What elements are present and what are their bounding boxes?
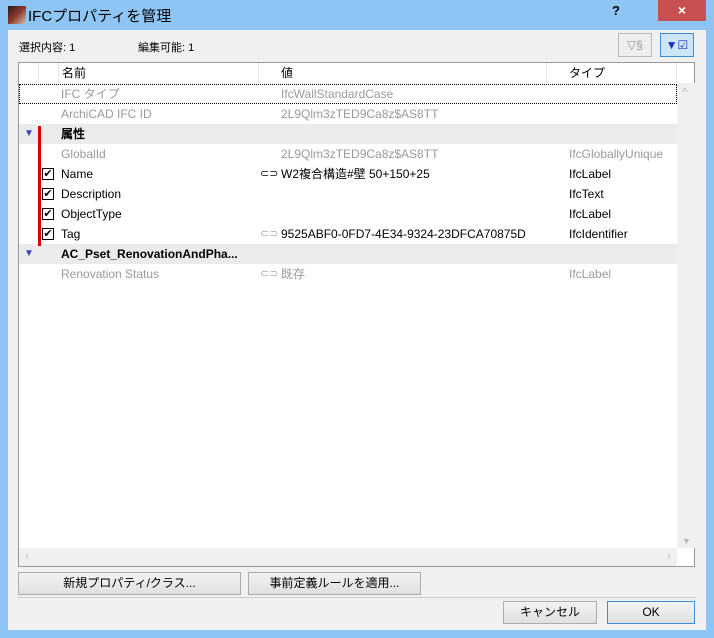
property-name: Name: [61, 167, 94, 181]
scroll-down-icon[interactable]: ▼: [682, 536, 691, 546]
collapse-triangle-icon[interactable]: ▼: [24, 244, 34, 264]
column-header-name[interactable]: 名前: [59, 63, 259, 83]
property-name: ArchiCAD IFC ID: [61, 107, 152, 121]
link-icon: ⊂⊃: [260, 268, 279, 280]
close-button[interactable]: ×: [658, 0, 706, 21]
apply-rules-button[interactable]: 事前定義ルールを適用...: [248, 572, 421, 595]
table-row[interactable]: ✔ Description IfcText: [19, 184, 677, 204]
scroll-left-icon[interactable]: ‹: [25, 549, 29, 563]
new-property-button[interactable]: 新規プロパティ/クラス...: [18, 572, 241, 595]
column-header-type[interactable]: タイプ: [547, 63, 677, 83]
table-row[interactable]: ✔ Tag ⊂⊃ 9525ABF0-0FD7-4E34-9324-23DFCA7087…: [19, 224, 677, 244]
horizontal-scrollbar[interactable]: ‹ ›: [19, 548, 677, 566]
property-type: IfcLabel: [569, 267, 612, 281]
collapse-triangle-icon[interactable]: ▼: [24, 124, 34, 144]
help-button[interactable]: ?: [612, 3, 626, 18]
selection-count: 選択内容: 1: [19, 42, 76, 54]
table-row[interactable]: ✔ ObjectType IfcLabel: [19, 204, 677, 224]
property-table: 名前 値 タイプ IFC タイプ IfcWallStandardCase Archi…: [18, 62, 695, 567]
property-name: Description: [61, 187, 122, 201]
property-name: Renovation Status: [61, 267, 160, 281]
filter-checked-icon[interactable]: ▼☑: [660, 33, 694, 57]
property-value[interactable]: W2複合構造#壁 50+150+25: [281, 164, 430, 184]
table-row[interactable]: Renovation Status ⊂⊃ 既存 IfcLabel: [19, 264, 677, 284]
include-checkbox[interactable]: ✔: [42, 168, 54, 180]
ok-button[interactable]: OK: [607, 601, 695, 624]
window-title: IFCプロパティを管理: [28, 8, 172, 25]
property-value[interactable]: 2L9Qlm3zTED9Ca8z$AS8TT: [281, 144, 438, 164]
property-type: IfcIdentifier: [569, 227, 628, 241]
group-row[interactable]: ▼ AC_Pset_RenovationAndPha...: [19, 244, 677, 264]
property-type: IfcLabel: [569, 207, 612, 221]
app-icon: [8, 6, 26, 24]
editable-count: 編集可能: 1: [138, 42, 195, 54]
property-name: Tag: [61, 227, 81, 241]
selection-marker: [38, 126, 41, 246]
group-name: AC_Pset_RenovationAndPha...: [61, 247, 238, 261]
include-checkbox[interactable]: ✔: [42, 228, 54, 240]
group-name: 属性: [61, 127, 86, 141]
property-value[interactable]: 2L9Qlm3zTED9Ca8z$AS8TT: [281, 104, 438, 124]
include-checkbox[interactable]: ✔: [42, 188, 54, 200]
group-row[interactable]: ▼ 属性: [19, 124, 677, 144]
scroll-right-icon[interactable]: ›: [667, 549, 671, 563]
divider: [18, 597, 696, 598]
property-type: IfcLabel: [569, 167, 612, 181]
title-bar: IFCプロパティを管理 ? ×: [0, 0, 714, 30]
property-value[interactable]: IfcWallStandardCase: [281, 84, 393, 104]
table-row[interactable]: ArchiCAD IFC ID 2L9Qlm3zTED9Ca8z$AS8TT: [19, 104, 677, 124]
property-type: IfcGloballyUnique: [569, 147, 664, 161]
property-name: GlobalId: [61, 147, 106, 161]
cancel-button[interactable]: キャンセル: [503, 601, 597, 624]
column-header-value[interactable]: 値: [259, 63, 547, 83]
property-value[interactable]: 9525ABF0-0FD7-4E34-9324-23DFCA70875D: [281, 224, 526, 244]
include-checkbox[interactable]: ✔: [42, 208, 54, 220]
property-type: IfcText: [569, 187, 604, 201]
vertical-scrollbar[interactable]: ^ ▼: [677, 83, 695, 548]
link-icon: ⊂⊃: [260, 168, 279, 180]
table-row[interactable]: ✔ Name ⊂⊃ W2複合構造#壁 50+150+25 IfcLabel: [19, 164, 677, 184]
link-icon: ⊂⊃: [260, 228, 279, 240]
table-row[interactable]: GlobalId 2L9Qlm3zTED9Ca8z$AS8TT IfcGloball…: [19, 144, 677, 164]
table-row[interactable]: IFC タイプ IfcWallStandardCase: [19, 84, 677, 104]
property-name: ObjectType: [61, 207, 122, 221]
property-value[interactable]: 既存: [281, 264, 305, 284]
scroll-up-icon[interactable]: ^: [682, 85, 688, 99]
property-name: IFC タイプ: [61, 87, 120, 101]
filter-icon[interactable]: ▽§: [618, 33, 652, 57]
